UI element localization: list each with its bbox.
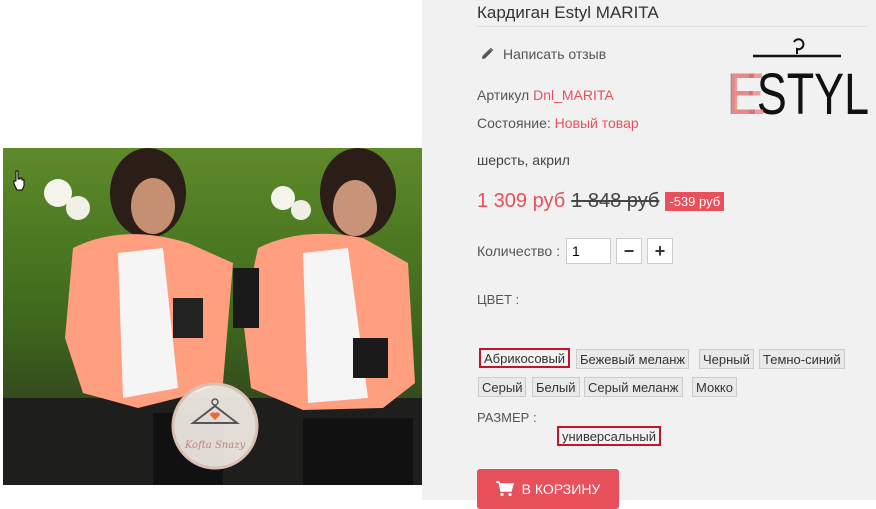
material-text: шерсть, акрил xyxy=(477,152,570,168)
add-to-cart-button[interactable]: В КОРЗИНУ xyxy=(477,469,619,509)
brand-logo: ESTYL E xyxy=(727,36,869,127)
color-option-mocha[interactable]: Мокко xyxy=(692,377,737,397)
discount-badge: -539 руб xyxy=(665,192,725,211)
write-review-label: Написать отзыв xyxy=(503,46,607,62)
sku-value: Dnl_MARITA xyxy=(533,87,614,103)
color-option-navy[interactable]: Темно-синий xyxy=(759,349,845,369)
add-to-cart-label: В КОРЗИНУ xyxy=(521,481,601,497)
product-title: Кардиган Estyl MARITA xyxy=(477,3,659,22)
color-label: ЦВЕТ : xyxy=(477,292,520,307)
product-photo[interactable]: Kofta Snazy xyxy=(3,148,422,485)
write-review-link[interactable]: Написать отзыв xyxy=(480,46,606,62)
condition-line: Состояние: Новый товар xyxy=(477,115,639,131)
color-option-grey[interactable]: Серый xyxy=(478,377,527,397)
condition-value: Новый товар xyxy=(554,115,639,131)
product-gallery: Kofta Snazy xyxy=(0,0,422,500)
brand-logo-e-letter: E xyxy=(727,62,766,120)
quantity-increase-button[interactable]: + xyxy=(646,238,673,264)
minus-icon: − xyxy=(623,240,635,261)
color-option-beige-melange[interactable]: Бежевый меланж xyxy=(576,349,690,369)
current-price: 1 309 руб xyxy=(477,190,566,212)
size-label: РАЗМЕР : xyxy=(477,410,537,425)
quantity-label: Количество : xyxy=(477,243,560,259)
quantity-input[interactable] xyxy=(565,238,611,264)
size-option-universal[interactable]: универсальный xyxy=(557,426,662,446)
watermark-text: Kofta Snazy xyxy=(184,440,246,451)
quantity-decrease-button[interactable]: − xyxy=(615,238,642,264)
pencil-icon xyxy=(482,47,494,59)
sku-line: Артикул Dnl_MARITA xyxy=(477,87,614,103)
cart-icon xyxy=(495,481,514,497)
old-price: 1 848 руб xyxy=(571,190,660,212)
price-row: 1 309 руб 1 848 руб -539 руб xyxy=(477,190,725,213)
quantity-row: Количество : − + xyxy=(477,238,673,264)
title-divider xyxy=(477,26,867,27)
condition-label: Состояние: xyxy=(477,115,551,131)
watermark-logo: Kofta Snazy xyxy=(171,382,259,470)
hand-cursor-icon xyxy=(13,170,25,191)
plus-icon: + xyxy=(654,240,666,261)
color-option-white[interactable]: Белый xyxy=(532,377,580,397)
color-option-black[interactable]: Черный xyxy=(699,349,754,369)
color-option-grey-melange[interactable]: Серый меланж xyxy=(584,377,683,397)
color-option-apricot[interactable]: Абрикосовый xyxy=(479,348,571,368)
product-info: Кардиган Estyl MARITA Написать отзыв EST… xyxy=(422,0,876,509)
sku-label: Артикул xyxy=(477,87,530,103)
